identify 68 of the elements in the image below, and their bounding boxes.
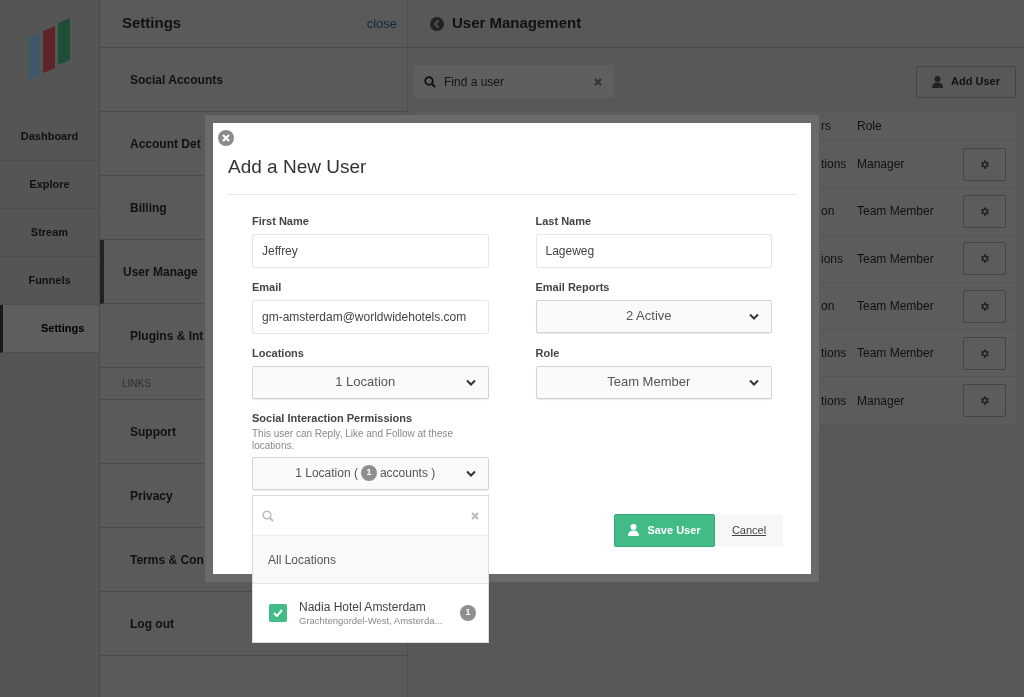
input-field[interactable]: Jeffrey bbox=[252, 233, 489, 268]
close-icon[interactable] bbox=[218, 130, 234, 146]
user-icon bbox=[628, 524, 640, 536]
clear-icon[interactable] bbox=[594, 78, 602, 86]
settings-button[interactable] bbox=[963, 147, 1006, 181]
clear-icon[interactable] bbox=[471, 511, 479, 520]
location-name: Nadia Hotel Amsterdam bbox=[299, 599, 427, 615]
table-cell-text: ions bbox=[821, 250, 844, 268]
logo-icon bbox=[28, 18, 72, 80]
chevron-down-icon bbox=[749, 378, 759, 386]
table-cell-text: Manager bbox=[857, 156, 906, 174]
field-label: Locations bbox=[252, 346, 305, 360]
back-icon[interactable] bbox=[430, 16, 444, 31]
chevron-down-icon bbox=[465, 469, 476, 477]
table-cell-text: tions bbox=[821, 392, 848, 410]
field-label: Role bbox=[535, 346, 561, 360]
dropdown-option[interactable]: All Locations bbox=[253, 536, 488, 584]
field-label: Email Reports bbox=[535, 280, 611, 294]
input-field[interactable]: Lageweg bbox=[535, 233, 772, 268]
gear-icon bbox=[979, 347, 990, 359]
settings-button[interactable] bbox=[963, 384, 1006, 418]
cancel-button[interactable]: Cancel bbox=[715, 514, 783, 546]
table-cell-text: tions bbox=[821, 345, 848, 363]
select-text: accounts ) bbox=[379, 465, 436, 482]
column-header: Role bbox=[857, 118, 883, 135]
settings-button[interactable] bbox=[963, 289, 1006, 323]
search-icon bbox=[424, 76, 436, 88]
select-field[interactable]: 1 Location bbox=[252, 365, 489, 399]
user-icon bbox=[932, 75, 944, 88]
select-field[interactable]: Team Member bbox=[535, 365, 772, 399]
select-field[interactable]: 2 Active bbox=[535, 299, 772, 333]
chevron-down-icon bbox=[749, 312, 759, 320]
check-icon bbox=[273, 609, 283, 617]
select-field[interactable]: 1 Location ( 1 accounts ) bbox=[252, 456, 489, 490]
panel-title: Settings bbox=[122, 13, 182, 34]
settings-button[interactable] bbox=[963, 242, 1006, 276]
gear-icon bbox=[979, 205, 990, 217]
select-text: 1 Location ( bbox=[295, 465, 358, 482]
table-cell-text: on bbox=[821, 203, 836, 221]
table-cell-text: Team Member bbox=[857, 345, 935, 363]
gear-icon bbox=[979, 253, 990, 265]
modal-title: Add a New User bbox=[228, 156, 367, 177]
location-address: Grachtengordel-West, Amsterda... bbox=[299, 614, 444, 627]
input-field[interactable]: gm-amsterdam@worldwidehotels.com bbox=[252, 299, 489, 334]
field-label: Email bbox=[252, 280, 283, 294]
chevron-down-icon bbox=[465, 378, 476, 386]
gear-icon bbox=[979, 300, 990, 312]
field-label: Last Name bbox=[535, 214, 593, 228]
table-cell-text: Manager bbox=[857, 392, 906, 410]
count-badge: 1 bbox=[460, 605, 476, 621]
table-cell-text: Team Member bbox=[857, 203, 935, 221]
page-title: User Management bbox=[452, 13, 582, 34]
column-header: rs bbox=[821, 118, 832, 135]
settings-button[interactable] bbox=[963, 194, 1006, 228]
field-description: This user can Reply, Like and Follow at these locations. bbox=[252, 427, 455, 452]
table-cell-text: Team Member bbox=[857, 298, 935, 316]
search-icon bbox=[262, 509, 274, 522]
settings-button[interactable] bbox=[963, 336, 1006, 370]
search-field[interactable]: Find a user bbox=[414, 65, 614, 98]
table-cell-text: tions bbox=[821, 156, 848, 174]
checkbox[interactable] bbox=[269, 604, 287, 622]
table-cell-text: on bbox=[821, 298, 836, 316]
gear-icon bbox=[979, 395, 990, 407]
table-cell-text: Team Member bbox=[857, 250, 935, 268]
count-badge: 1 bbox=[360, 465, 377, 481]
gear-icon bbox=[979, 158, 990, 170]
field-label: Social Interaction Permissions bbox=[252, 411, 414, 425]
field-label: First Name bbox=[252, 214, 310, 228]
